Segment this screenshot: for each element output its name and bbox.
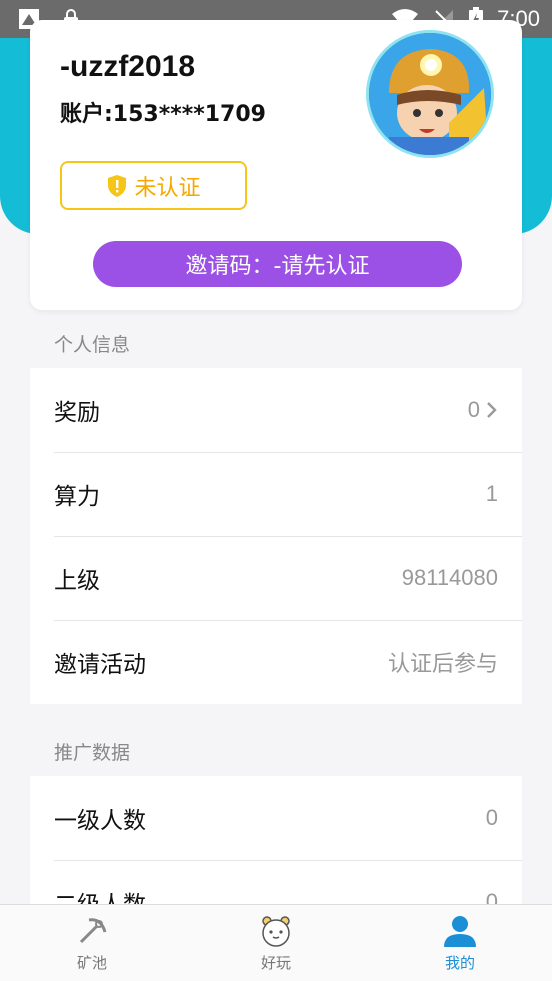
nav-item-me[interactable]: 我的 xyxy=(385,914,535,973)
person-icon xyxy=(444,915,476,947)
nav-item-pool[interactable]: 矿池 xyxy=(17,914,167,973)
row-label: 上级 xyxy=(54,568,100,594)
section-title-promo: 推广数据 xyxy=(54,742,131,764)
bottom-nav: 矿池 好玩 我的 xyxy=(0,904,552,981)
list-item-reward[interactable]: 奖励 0 xyxy=(30,368,522,452)
row-value: 0 xyxy=(468,397,498,423)
chevron-right-icon xyxy=(487,402,497,418)
list-item-invite-activity[interactable]: 邀请活动 认证后参与 xyxy=(30,620,522,704)
reward-value: 0 xyxy=(467,397,480,422)
row-label: 一级人数 xyxy=(54,808,146,834)
row-value: 98114080 xyxy=(401,565,498,590)
invite-code-button[interactable]: 邀请码：-请先认证 xyxy=(93,241,462,287)
list-item-hashrate: 算力 1 xyxy=(30,452,522,536)
shield-icon xyxy=(108,174,127,197)
miner-avatar-icon xyxy=(369,33,491,155)
row-value: 认证后参与 xyxy=(387,652,498,677)
nav-label: 矿池 xyxy=(76,953,107,972)
pickaxe-icon xyxy=(79,917,107,943)
avatar[interactable] xyxy=(366,30,494,158)
personal-info-list: 奖励 0 算力 1 上级 98114080 邀请活动 认证后参与 xyxy=(30,368,522,704)
section-title-personal: 个人信息 xyxy=(54,334,131,356)
row-label: 算力 xyxy=(54,484,100,510)
username: -uzzf2018 xyxy=(60,50,196,83)
nav-label: 我的 xyxy=(444,953,475,972)
profile-card: -uzzf2018 账户:153****1709 未认证 邀请码：-请先认证 xyxy=(30,20,522,310)
row-value: 0 xyxy=(485,805,498,830)
row-label: 邀请活动 xyxy=(54,652,146,678)
account-number: 账户:153****1709 xyxy=(60,102,266,127)
verify-label: 未认证 xyxy=(134,175,201,201)
list-item-level1: 一级人数 0 xyxy=(30,776,522,860)
bear-face-icon xyxy=(262,915,290,947)
nav-item-fun[interactable]: 好玩 xyxy=(201,914,351,973)
nav-label: 好玩 xyxy=(260,953,291,972)
list-item-superior: 上级 98114080 xyxy=(30,536,522,620)
row-value: 1 xyxy=(485,481,498,506)
row-label: 奖励 xyxy=(54,400,100,426)
verify-button[interactable]: 未认证 xyxy=(60,161,247,210)
